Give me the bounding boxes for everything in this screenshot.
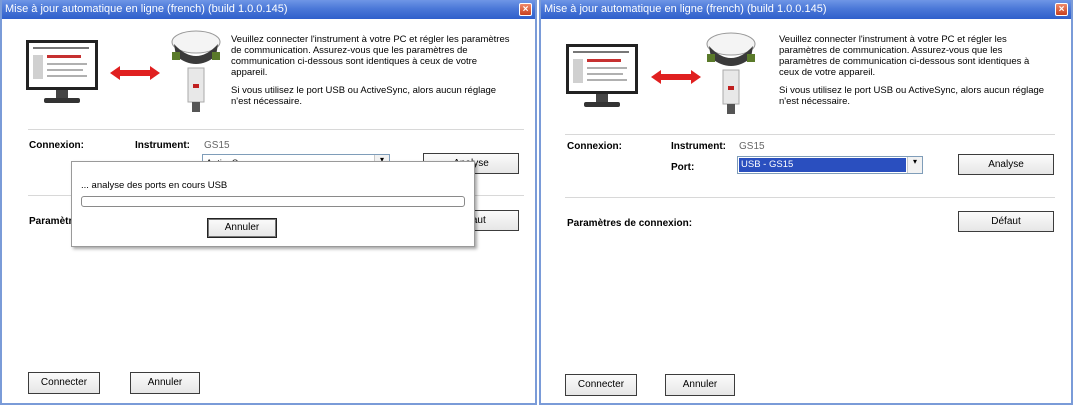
double-arrow-icon <box>110 66 160 80</box>
dialog-annuler-button[interactable]: Annuler <box>207 218 277 238</box>
divider <box>565 134 1055 135</box>
instrument-value: GS15 <box>204 140 230 151</box>
gnss-antenna-icon <box>168 28 224 112</box>
computer-monitor-icon <box>566 44 646 110</box>
annuler-label: Annuler <box>147 377 183 388</box>
connexion-label: Connexion: <box>29 140 84 151</box>
intro-paragraph: Si vous utilisez le port USB ou ActiveSy… <box>231 85 497 107</box>
progress-bar <box>81 196 465 207</box>
scan-message: ... analyse des ports en cours USB <box>81 180 228 191</box>
close-button[interactable]: × <box>519 3 532 16</box>
instrument-label: Instrument: <box>135 140 190 151</box>
annuler-button[interactable]: Annuler <box>665 374 735 396</box>
annuler-button[interactable]: Annuler <box>130 372 200 394</box>
divider <box>565 197 1055 198</box>
intro-text: Veuillez connecter l'instrument à votre … <box>779 34 1051 114</box>
double-arrow-icon <box>651 70 701 84</box>
title-bar: Mise à jour automatique en ligne (french… <box>2 0 535 19</box>
instrument-value: GS15 <box>739 141 765 152</box>
scan-progress-dialog: ... analyse des ports en cours USB Annul… <box>71 161 475 247</box>
annuler-label: Annuler <box>682 379 718 390</box>
defaut-button[interactable]: Défaut <box>958 211 1054 232</box>
window-right: Mise à jour automatique en ligne (french… <box>539 0 1073 405</box>
title-bar: Mise à jour automatique en ligne (french… <box>541 0 1071 19</box>
intro-paragraph: Veuillez connecter l'instrument à votre … <box>231 34 510 78</box>
instrument-label: Instrument: <box>671 141 726 152</box>
computer-monitor-icon <box>26 40 106 106</box>
intro-paragraph: Veuillez connecter l'instrument à votre … <box>779 34 1030 78</box>
connecter-label: Connecter <box>577 379 625 390</box>
connexion-label: Connexion: <box>567 141 622 152</box>
dialog-annuler-label: Annuler <box>224 222 260 233</box>
chevron-down-icon[interactable]: ▾ <box>907 157 922 173</box>
connecter-label: Connecter <box>40 377 88 388</box>
window-title: Mise à jour automatique en ligne (french… <box>5 3 288 15</box>
params-label: Paramètres de connexion: <box>567 218 693 229</box>
defaut-label: Défaut <box>991 216 1021 227</box>
divider <box>28 129 524 130</box>
close-button[interactable]: × <box>1055 3 1068 16</box>
connecter-button[interactable]: Connecter <box>565 374 637 396</box>
analyse-label: Analyse <box>988 159 1024 170</box>
window-title: Mise à jour automatique en ligne (french… <box>544 3 827 15</box>
port-label: Port: <box>671 162 695 173</box>
window-left: Mise à jour automatique en ligne (french… <box>0 0 537 405</box>
port-value: USB - GS15 <box>739 158 906 172</box>
analyse-button[interactable]: Analyse <box>958 154 1054 175</box>
intro-text: Veuillez connecter l'instrument à votre … <box>231 34 513 114</box>
intro-paragraph: Si vous utilisez le port USB ou ActiveSy… <box>779 85 1045 107</box>
port-select[interactable]: USB - GS15 ▾ <box>737 156 923 174</box>
connecter-button[interactable]: Connecter <box>28 372 100 394</box>
gnss-antenna-icon <box>703 30 759 114</box>
